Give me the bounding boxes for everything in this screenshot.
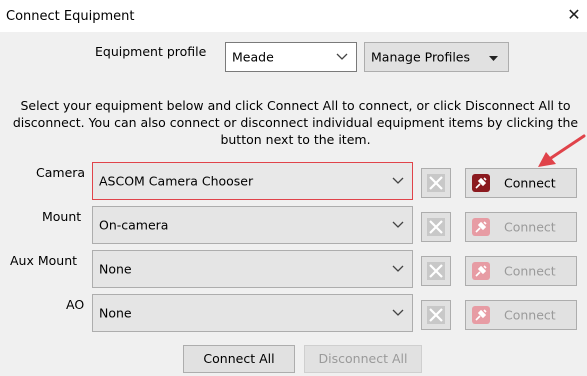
chevron-down-icon [392,265,404,272]
disconnect-all-button[interactable]: Disconnect All [304,345,422,373]
plug-icon [472,306,490,324]
aux-mount-label: Aux Mount [10,253,78,268]
plug-icon [472,262,490,280]
mount-connect-label: Connect [504,219,556,235]
chevron-down-icon [392,177,404,184]
connect-all-button[interactable]: Connect All [183,345,295,373]
ao-label: AO [66,297,85,312]
wrench-screwdriver-icon [427,306,445,324]
plug-icon [472,218,490,236]
equipment-profile-label: Equipment profile [95,44,207,59]
instructions-text: Select your equipment below and click Co… [12,98,579,147]
close-button[interactable]: ✕ [563,4,585,26]
aux-mount-value: None [99,261,132,277]
plug-icon [472,174,490,192]
ao-connect-label: Connect [504,307,556,323]
mount-select[interactable]: On-camera [92,206,413,244]
equipment-profile-value: Meade [232,49,274,65]
camera-setup-button[interactable] [421,168,451,198]
mount-connect-button[interactable]: Connect [465,212,577,242]
ao-select[interactable]: None [92,294,413,332]
wrench-screwdriver-icon [427,218,445,236]
chevron-down-icon [336,53,348,60]
title-bar: Connect Equipment ✕ [0,0,587,32]
manage-profiles-label: Manage Profiles [371,49,471,65]
manage-profiles-button[interactable]: Manage Profiles [364,42,509,72]
camera-connect-label: Connect [504,175,556,191]
mount-value: On-camera [99,217,169,233]
dropdown-triangle-icon [489,56,498,61]
aux-mount-setup-button[interactable] [421,256,451,286]
camera-value: ASCOM Camera Chooser [99,173,254,189]
mount-setup-button[interactable] [421,212,451,242]
ao-connect-button[interactable]: Connect [465,300,577,330]
ao-setup-button[interactable] [421,300,451,330]
aux-mount-connect-label: Connect [504,263,556,279]
camera-connect-button[interactable]: Connect [465,168,577,198]
ao-value: None [99,305,132,321]
window-title: Connect Equipment [6,9,135,24]
chevron-down-icon [392,221,404,228]
chevron-down-icon [392,309,404,316]
red-arrow-annotation [538,134,586,167]
camera-label: Camera [36,165,86,180]
aux-mount-select[interactable]: None [92,250,413,288]
camera-select[interactable]: ASCOM Camera Chooser [92,162,413,200]
aux-mount-connect-button[interactable]: Connect [465,256,577,286]
equipment-profile-select[interactable]: Meade [225,42,357,72]
wrench-screwdriver-icon [427,174,445,192]
mount-label: Mount [42,209,82,224]
wrench-screwdriver-icon [427,262,445,280]
